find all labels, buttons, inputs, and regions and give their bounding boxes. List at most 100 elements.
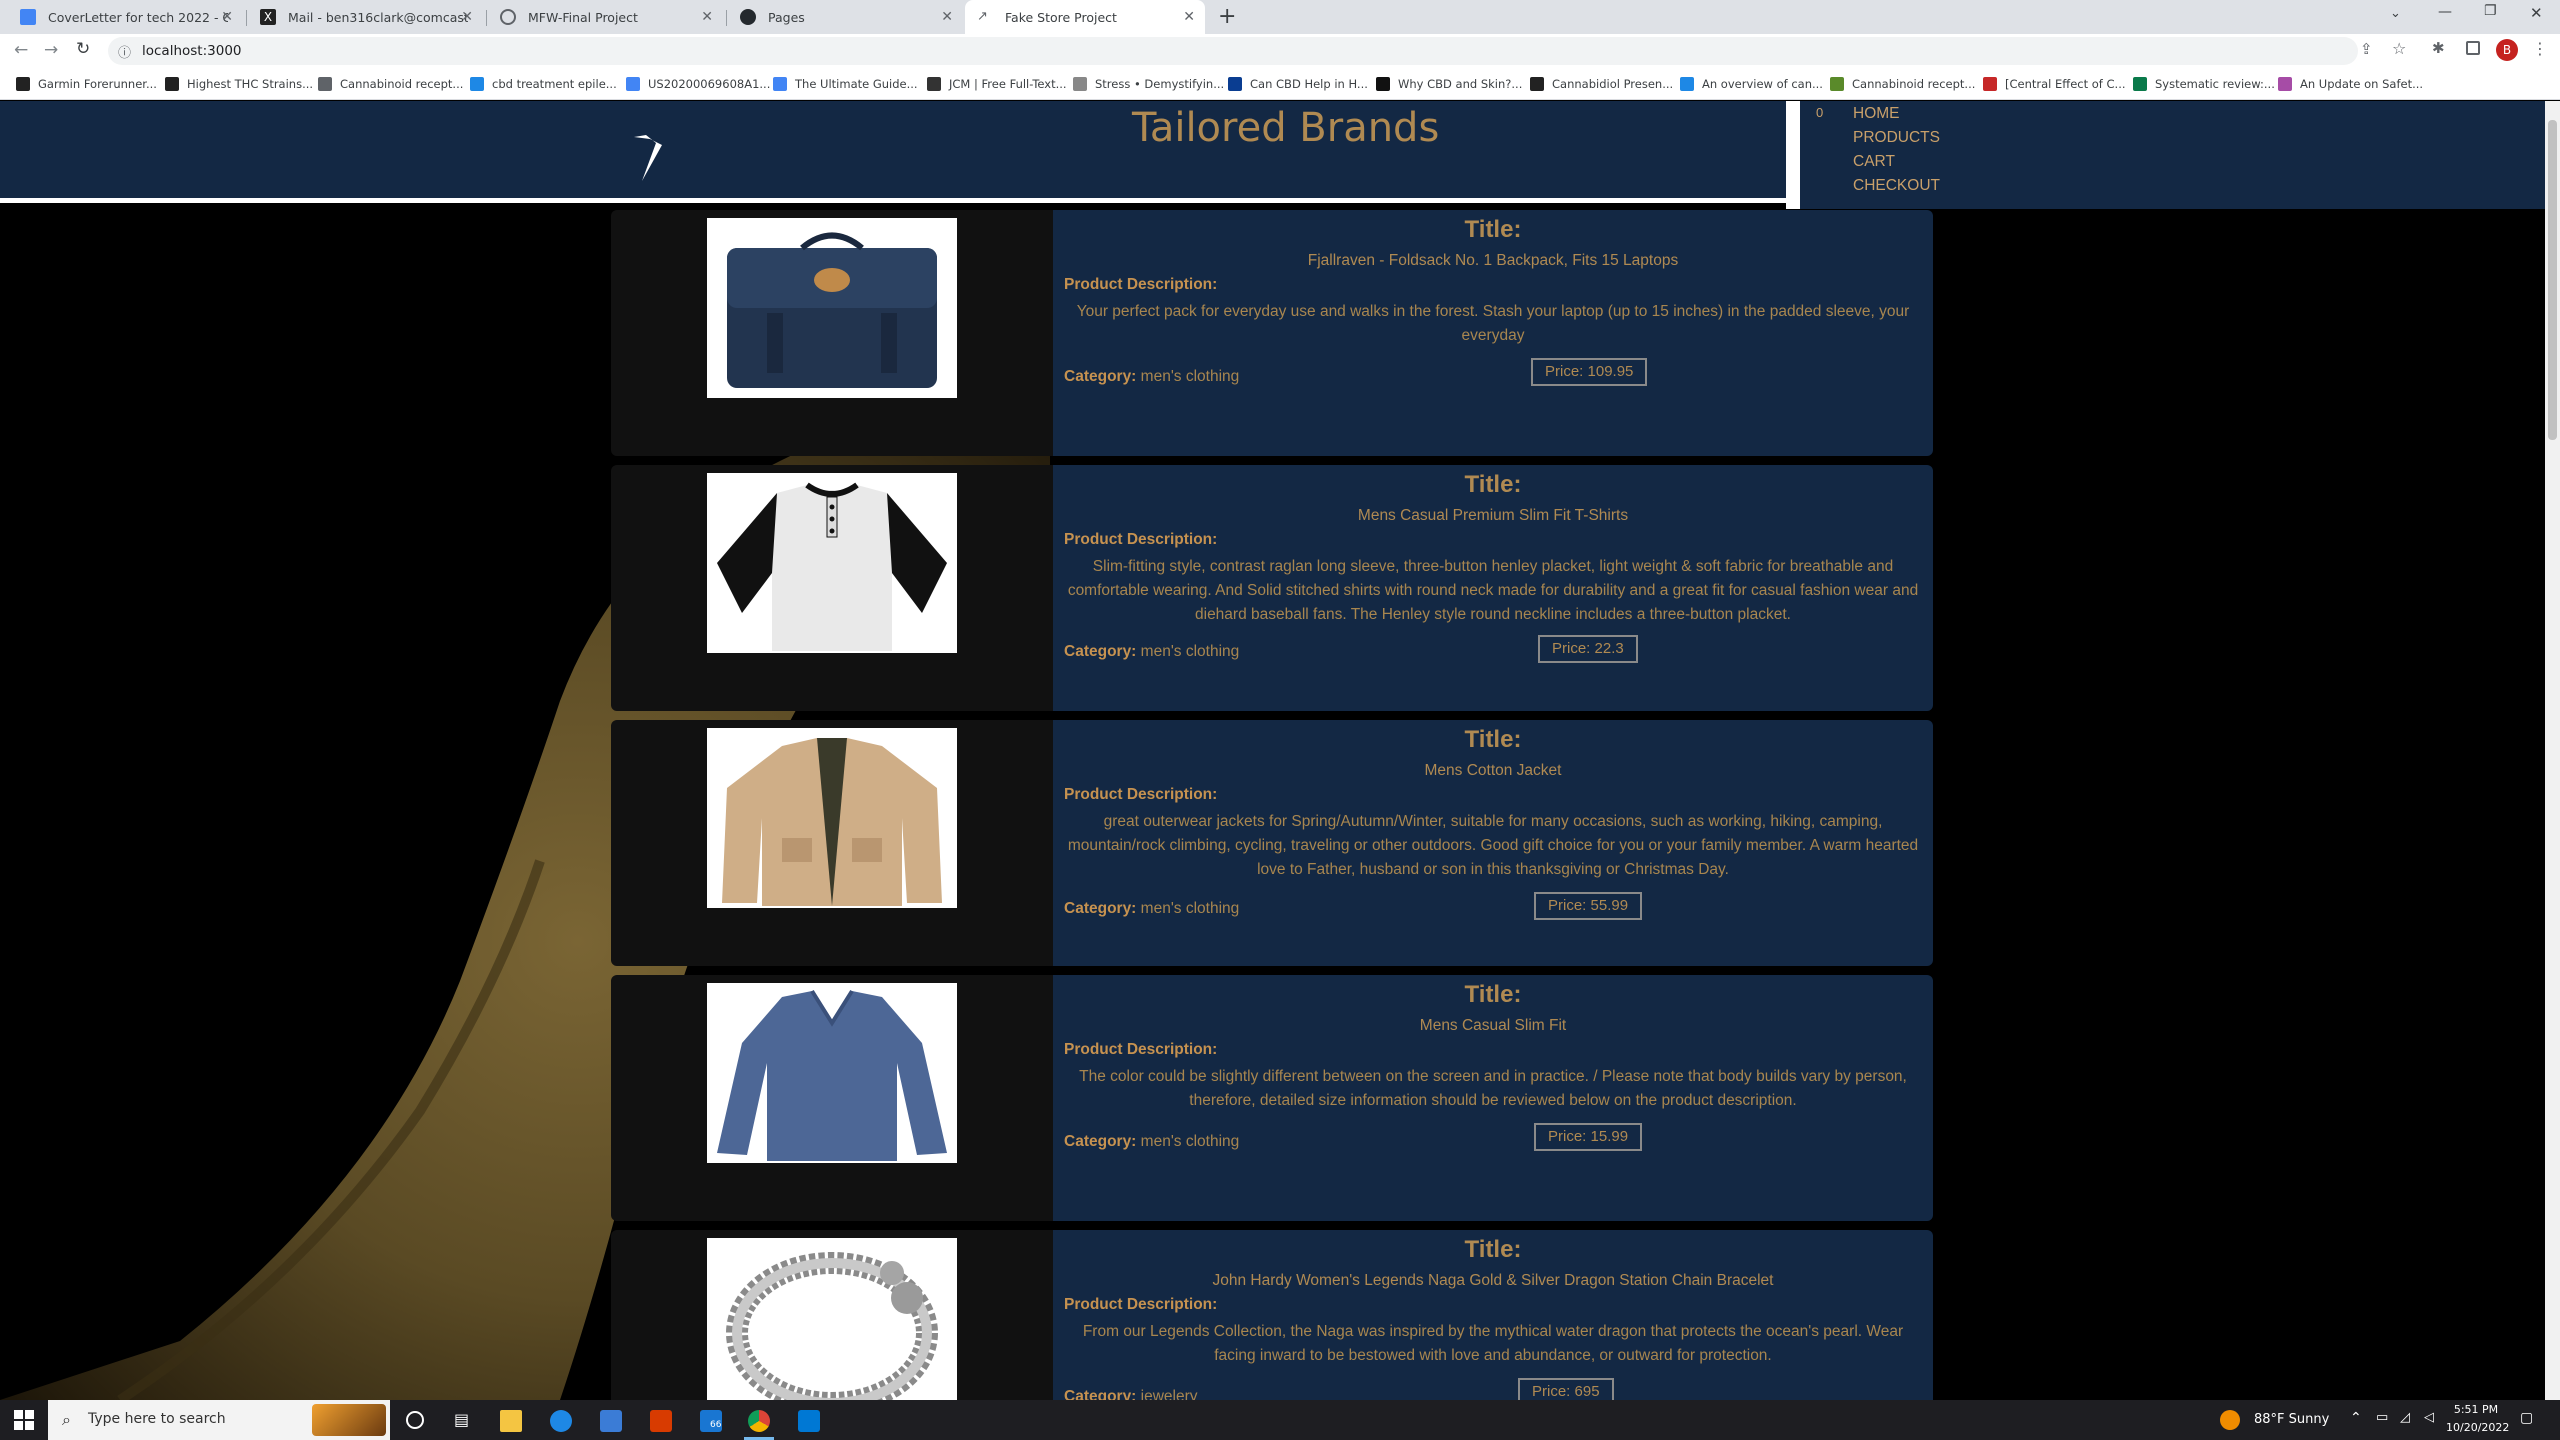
vscode-icon[interactable] bbox=[798, 1410, 820, 1432]
office-icon[interactable] bbox=[650, 1410, 672, 1432]
bookmark-label: Can CBD Help in H... bbox=[1250, 77, 1368, 91]
product-category: Category: jewelery bbox=[1064, 1388, 1198, 1400]
close-icon[interactable]: ✕ bbox=[221, 9, 233, 25]
product-image-column bbox=[611, 720, 1053, 966]
product-card[interactable]: Title: Mens Casual Slim Fit Product Descri… bbox=[611, 975, 1933, 1221]
tab-mail[interactable]: X Mail - ben316clark@comcast.net ✕ bbox=[248, 0, 483, 34]
bookmark-label: Why CBD and Skin?... bbox=[1398, 77, 1523, 91]
share-icon[interactable]: ⇪ bbox=[2360, 40, 2373, 58]
product-card[interactable]: Title: John Hardy Women's Legends Naga Go… bbox=[611, 1230, 1933, 1400]
info-icon[interactable]: ⓘ bbox=[118, 42, 131, 61]
product-price[interactable]: Price: 55.99 bbox=[1534, 892, 1643, 920]
close-icon[interactable]: ✕ bbox=[701, 9, 713, 25]
menu-dots-icon[interactable]: ⋮ bbox=[2532, 39, 2548, 58]
weather-sun-icon[interactable] bbox=[2220, 1410, 2240, 1430]
file-explorer-icon[interactable] bbox=[500, 1410, 522, 1432]
bookmark-favicon-icon bbox=[1376, 77, 1390, 91]
bookmark-item[interactable]: JCM | Free Full-Text... bbox=[927, 74, 1067, 94]
forward-icon[interactable]: → bbox=[44, 40, 58, 60]
product-name: Fjallraven - Foldsack No. 1 Backpack, Fi… bbox=[1307, 252, 1679, 269]
tray-chevron-icon[interactable]: ⌃ bbox=[2350, 1410, 2362, 1426]
edge-icon[interactable] bbox=[550, 1410, 572, 1432]
side-panel-icon[interactable] bbox=[2466, 41, 2480, 55]
extensions-icon[interactable]: ✱ bbox=[2432, 39, 2445, 57]
product-info: Title: Mens Casual Slim Fit Product Descri… bbox=[1053, 975, 1933, 1221]
notifications-icon[interactable]: ▢ bbox=[2520, 1410, 2533, 1426]
tab-mfw-final[interactable]: MFW-Final Project ✕ bbox=[488, 0, 723, 34]
product-category: Category: men's clothing bbox=[1064, 368, 1239, 386]
bookmark-item[interactable]: Systematic review:... bbox=[2133, 74, 2275, 94]
tab-search-icon[interactable]: ⌄ bbox=[2390, 6, 2401, 21]
task-view-icon[interactable]: ▤ bbox=[454, 1410, 476, 1432]
brand-title: Tailored Brands bbox=[1132, 105, 1440, 151]
product-image[interactable] bbox=[707, 1238, 957, 1400]
product-card[interactable]: Title: Mens Casual Premium Slim Fit T-Shi… bbox=[611, 465, 1933, 711]
nav-home[interactable]: HOME bbox=[1853, 105, 1900, 123]
bookmark-item[interactable]: [Central Effect of C... bbox=[1983, 74, 2126, 94]
chrome-icon[interactable] bbox=[748, 1410, 770, 1432]
reload-icon[interactable]: ↻ bbox=[76, 39, 90, 59]
close-icon[interactable]: ✕ bbox=[1183, 9, 1195, 25]
taskbar-search[interactable]: ⌕ Type here to search bbox=[48, 1400, 390, 1440]
bookmark-label: Cannabidiol Presen... bbox=[1552, 77, 1674, 91]
bookmark-item[interactable]: The Ultimate Guide... bbox=[773, 74, 918, 94]
clock-time[interactable]: 5:51 PM bbox=[2450, 1403, 2502, 1416]
restore-button[interactable]: ❐ bbox=[2484, 3, 2497, 19]
bookmark-favicon-icon bbox=[470, 77, 484, 91]
profile-avatar[interactable]: B bbox=[2496, 39, 2518, 61]
bookmark-star-icon[interactable]: ☆ bbox=[2392, 39, 2406, 58]
tab-fake-store[interactable]: ↗ Fake Store Project ✕ bbox=[965, 0, 1205, 34]
windows-start-icon[interactable] bbox=[14, 1410, 34, 1430]
bookmark-item[interactable]: Cannabidiol Presen... bbox=[1530, 74, 1673, 94]
bookmark-item[interactable]: Cannabinoid recept... bbox=[1830, 74, 1975, 94]
weather-text[interactable]: 88°F Sunny bbox=[2254, 1412, 2329, 1427]
volume-icon[interactable]: ◁ bbox=[2424, 1410, 2434, 1425]
cortana-icon[interactable] bbox=[406, 1411, 424, 1429]
close-icon[interactable]: ✕ bbox=[941, 9, 953, 25]
tab-cover-letter[interactable]: CoverLetter for tech 2022 - Goo ✕ bbox=[8, 0, 243, 34]
nav-cart[interactable]: CART bbox=[1853, 153, 1895, 171]
bookmark-label: An overview of can... bbox=[1702, 77, 1823, 91]
product-name: Mens Casual Premium Slim Fit T-Shirts bbox=[1357, 507, 1629, 524]
product-card[interactable]: Title: Fjallraven - Foldsack No. 1 Backpa… bbox=[611, 210, 1933, 456]
minimize-button[interactable]: — bbox=[2438, 4, 2452, 20]
clock-date[interactable]: 10/20/2022 bbox=[2446, 1421, 2509, 1434]
address-bar[interactable]: ⓘ localhost:3000 bbox=[108, 37, 2358, 65]
product-image[interactable] bbox=[707, 473, 957, 653]
bookmark-item[interactable]: Can CBD Help in H... bbox=[1228, 74, 1368, 94]
product-image[interactable] bbox=[707, 728, 957, 908]
nav-products[interactable]: PRODUCTS bbox=[1853, 129, 1940, 147]
product-price[interactable]: Price: 15.99 bbox=[1534, 1123, 1643, 1151]
bookmark-item[interactable]: Highest THC Strains... bbox=[165, 74, 313, 94]
bookmark-item[interactable]: Cannabinoid recept... bbox=[318, 74, 463, 94]
close-window-button[interactable]: ✕ bbox=[2530, 4, 2543, 22]
store-icon[interactable] bbox=[600, 1410, 622, 1432]
brand-logo[interactable] bbox=[632, 133, 672, 187]
bookmark-item[interactable]: An Update on Safet... bbox=[2278, 74, 2423, 94]
tab-pages[interactable]: Pages ✕ bbox=[728, 0, 963, 34]
bookmark-item[interactable]: An overview of can... bbox=[1680, 74, 1823, 94]
bookmark-item[interactable]: cbd treatment epile... bbox=[470, 74, 617, 94]
bookmark-item[interactable]: Stress • Demystifyin... bbox=[1073, 74, 1224, 94]
meet-icon[interactable]: ▭ bbox=[2376, 1410, 2388, 1425]
bookmark-item[interactable]: US20200069608A1... bbox=[626, 74, 770, 94]
network-icon[interactable]: ◿ bbox=[2400, 1410, 2410, 1425]
nav-checkout[interactable]: CHECKOUT bbox=[1853, 177, 1940, 195]
new-tab-button[interactable]: + bbox=[1218, 4, 1236, 29]
product-price[interactable]: Price: 22.3 bbox=[1538, 635, 1638, 663]
product-description: Your perfect pack for everyday use and w… bbox=[1076, 303, 1910, 344]
back-icon[interactable]: ← bbox=[14, 40, 28, 60]
product-image[interactable] bbox=[707, 983, 957, 1163]
mail-app-icon[interactable]: 66 bbox=[700, 1410, 722, 1432]
bookmark-item[interactable]: Why CBD and Skin?... bbox=[1376, 74, 1522, 94]
title-label: Title: bbox=[1464, 1236, 1522, 1263]
scrollbar-thumb[interactable] bbox=[2548, 120, 2557, 440]
close-icon[interactable]: ✕ bbox=[461, 9, 473, 25]
product-price[interactable]: Price: 109.95 bbox=[1531, 358, 1648, 386]
tab-title: MFW-Final Project bbox=[528, 9, 638, 25]
bookmark-item[interactable]: Garmin Forerunner... bbox=[16, 74, 157, 94]
product-price[interactable]: Price: 695 bbox=[1518, 1378, 1614, 1400]
product-image[interactable] bbox=[707, 218, 957, 398]
product-card[interactable]: Title: Mens Cotton Jacket Product Descript… bbox=[611, 720, 1933, 966]
tab-divider bbox=[726, 10, 727, 26]
